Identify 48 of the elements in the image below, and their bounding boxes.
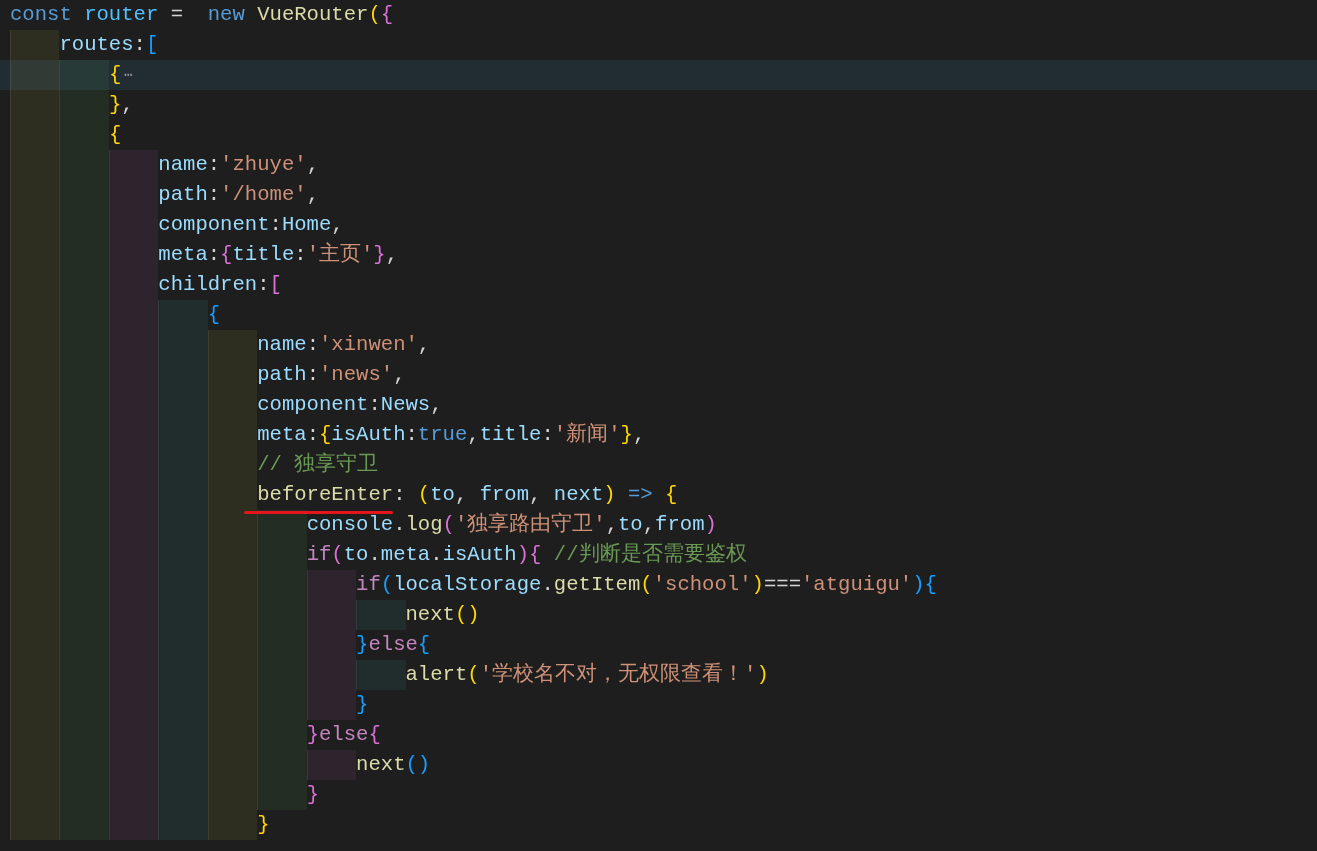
code-line: path:'news',: [257, 362, 406, 388]
code-line: meta:{title:'主页'},: [158, 241, 399, 268]
code-line: meta:{isAuth:true,title:'新闻'},: [257, 421, 646, 448]
indent-guide: [356, 600, 406, 630]
indent-guide: [59, 90, 109, 120]
code-line: }else{: [356, 632, 431, 658]
code-line: {⋯: [108, 62, 133, 88]
code-line: },: [108, 92, 134, 118]
code-line: path:'/home',: [158, 182, 319, 208]
indent-guide: [207, 810, 258, 840]
indent-guide: [257, 780, 307, 810]
code-line: name:'xinwen',: [257, 332, 431, 358]
indent-guide: [10, 810, 60, 840]
indent-guide: [158, 300, 208, 330]
indent-guide: [158, 810, 208, 840]
code-line: // 独享守卫: [257, 451, 379, 478]
indent-guide: [257, 510, 307, 540]
code-line: }else{: [306, 722, 381, 748]
indent-guide: [207, 330, 258, 360]
code-line: alert('学校名不对，无权限查看！'): [405, 661, 769, 688]
code-line: next(): [405, 602, 480, 628]
code-line: component:Home,: [158, 212, 344, 238]
code-line: console.log('独享路由守卫',to,from): [306, 511, 717, 538]
code-line: component:News,: [257, 392, 443, 418]
code-line: }: [356, 692, 369, 718]
code-line: routes:[: [59, 32, 159, 58]
code-line: {: [108, 122, 122, 148]
code-line: name:'zhuye',: [158, 152, 319, 178]
indent-guide: [108, 810, 159, 840]
indent-guide: [10, 30, 60, 60]
code-line: next(): [356, 752, 431, 778]
indent-guide: [10, 60, 60, 90]
indent-guide: [356, 660, 406, 690]
code-line: if(localStorage.getItem('school')==='atguigu'){: [356, 572, 937, 598]
indent-guide: [10, 90, 60, 120]
indent-guide: [306, 750, 357, 780]
code-line: {: [207, 302, 221, 328]
indent-guide: [108, 150, 159, 180]
code-line: beforeEnter: (to, from, next) => {: [257, 482, 678, 508]
code-line: if(to.meta.isAuth){ //判断是否需要鉴权: [306, 541, 747, 568]
indent-guide: [306, 570, 357, 600]
indent-guide: [306, 690, 357, 720]
code-line: children:[: [158, 272, 282, 298]
code-line: const router = new VueRouter({: [10, 2, 394, 28]
indent-guide: [59, 60, 109, 90]
code-line: }: [306, 782, 319, 808]
code-line: }: [257, 812, 270, 838]
indent-guide: [59, 810, 109, 840]
